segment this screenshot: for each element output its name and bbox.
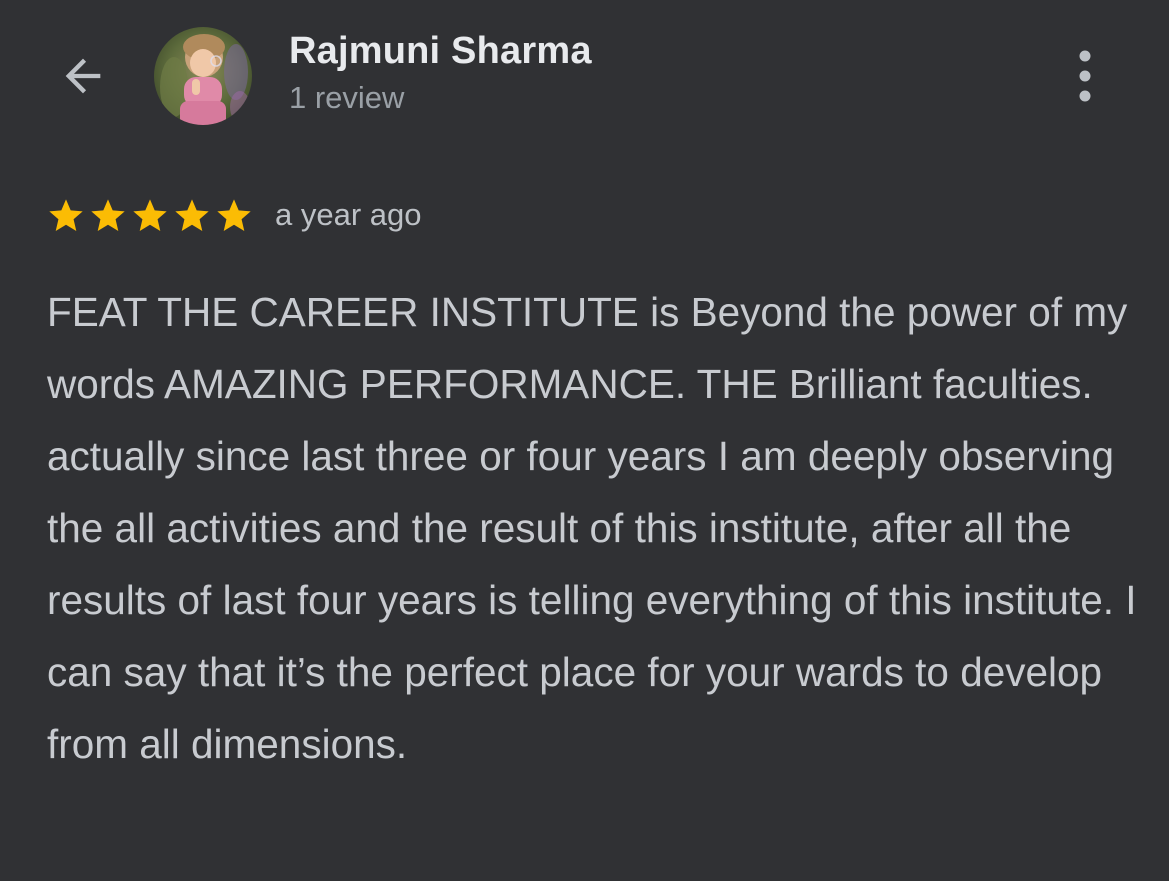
reviewer-avatar[interactable]: [154, 27, 252, 125]
review-count: 1 review: [289, 80, 405, 115]
star-icon: [175, 199, 209, 231]
more-vert-icon: [1079, 50, 1091, 102]
back-button[interactable]: [48, 44, 118, 108]
arrow-left-icon: [65, 58, 101, 94]
star-icon: [133, 199, 167, 231]
star-icon: [91, 199, 125, 231]
reviewer-name[interactable]: Rajmuni Sharma: [289, 30, 592, 73]
review-date: a year ago: [275, 197, 422, 232]
review-detail-screen: Rajmuni Sharma 1 review a year ago FEAT …: [0, 0, 1169, 881]
review-text: FEAT THE CAREER INSTITUTE is Beyond the …: [47, 289, 1137, 767]
star-icon: [49, 199, 83, 231]
star-rating: [46, 196, 256, 236]
star-icon: [217, 199, 251, 231]
avatar-photo: [154, 27, 252, 125]
more-options-button[interactable]: [1060, 44, 1110, 108]
